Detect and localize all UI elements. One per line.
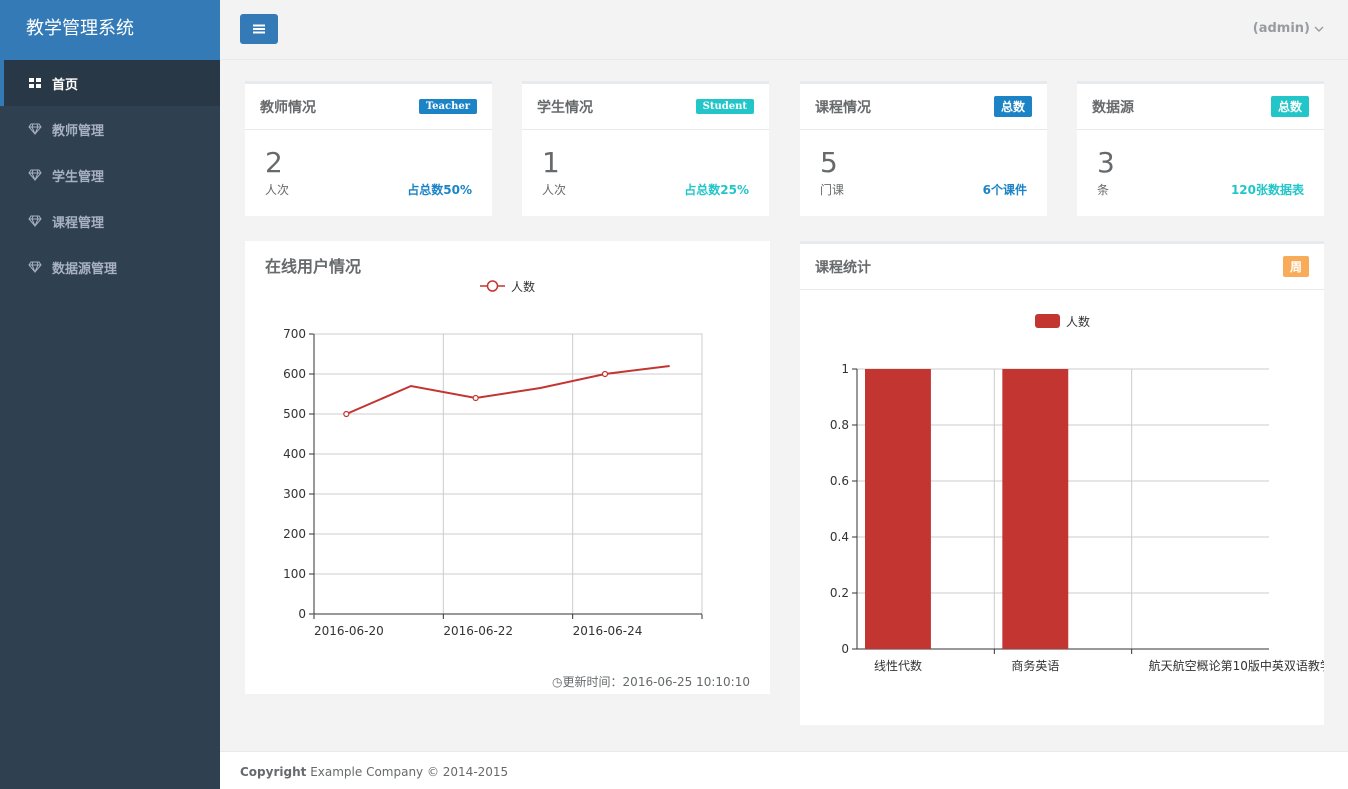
y-tick-label: 0.6 xyxy=(830,474,849,488)
data-point xyxy=(343,410,350,418)
y-tick-label: 400 xyxy=(283,447,306,461)
stat-box-teachers: 教师情况 Teacher 2 人次 占总数50% xyxy=(245,81,492,216)
diamond-icon xyxy=(28,214,42,228)
legend-marker xyxy=(486,280,499,292)
course-stats-title: 课程统计 xyxy=(815,259,871,276)
x-tick-label: 2016-06-22 xyxy=(443,624,513,638)
bar xyxy=(865,369,931,649)
stat-note: 占总数25% xyxy=(684,183,749,197)
sidebar-item-label: 课程管理 xyxy=(52,215,105,231)
y-tick-label: 700 xyxy=(283,327,306,341)
y-tick-label: 200 xyxy=(283,527,306,541)
stat-value: 1 xyxy=(542,146,560,179)
data-point xyxy=(472,394,479,402)
y-tick-label: 500 xyxy=(283,407,306,421)
data-point xyxy=(601,370,609,378)
stat-note: 120张数据表 xyxy=(1230,183,1304,197)
legend-swatch xyxy=(1035,314,1060,328)
y-tick-label: 600 xyxy=(283,367,306,381)
x-tick-label: 线性代数 xyxy=(874,658,922,673)
sidebar-item-label: 首页 xyxy=(52,77,79,93)
update-label: 更新时间： xyxy=(562,675,623,689)
x-tick-label: 2016-06-24 xyxy=(573,624,643,638)
stat-badge: 总数 xyxy=(1270,96,1309,117)
diamond-icon xyxy=(28,122,42,136)
y-tick-label: 1 xyxy=(841,362,849,376)
diamond-icon xyxy=(28,260,42,274)
sidebar-item-teachers[interactable]: 教师管理 xyxy=(0,106,220,152)
stat-value: 2 xyxy=(265,146,283,179)
stat-badge: Student xyxy=(695,99,754,114)
online-users-chart: 人数 0 100 200 300 400 500 600 700 2016-06-20 2016-0… xyxy=(283,279,703,638)
stat-unit: 人次 xyxy=(265,183,290,197)
sidebar-item-students[interactable]: 学生管理 xyxy=(0,152,220,198)
period-badge: 周 xyxy=(1282,256,1309,277)
sidebar-item-datasources[interactable]: 数据源管理 xyxy=(0,244,220,290)
clock-icon: ◷ xyxy=(552,675,563,689)
stat-value: 3 xyxy=(1097,146,1115,179)
y-tick-label: 0.2 xyxy=(830,586,849,600)
sidebar-item-label: 学生管理 xyxy=(52,169,105,185)
y-tick-label: 0.4 xyxy=(830,530,849,544)
y-tick-label: 0.8 xyxy=(830,418,849,432)
stat-box-header: 课程情况 总数 xyxy=(800,84,1047,130)
sidebar-item-label: 教师管理 xyxy=(52,123,105,139)
x-tick-label: 航天航空概论第10版中英双语教学版 xyxy=(1149,658,1324,673)
series-line xyxy=(345,365,670,415)
course-stats-header: 课程统计 周 xyxy=(800,244,1324,290)
stat-box-header: 数据源 总数 xyxy=(1077,84,1324,130)
footer-text: Example Company © 2014-2015 xyxy=(306,765,509,779)
bar xyxy=(1002,369,1069,649)
footer: Copyright Example Company © 2014-2015 xyxy=(220,751,1348,789)
top-navbar: (admin) xyxy=(220,0,1348,60)
stat-title: 教师情况 xyxy=(260,99,316,116)
legend-label: 人数 xyxy=(1066,314,1090,329)
course-stats-chart: 人数 0 0.2 0.4 0.6 0.8 1 线性代数 商务英语 航天航空概论第10版中英双语教学… xyxy=(830,314,1324,673)
stat-unit: 人次 xyxy=(542,183,567,197)
stat-badge: Teacher xyxy=(418,99,477,114)
stat-value: 5 xyxy=(820,146,838,179)
sidebar-item-home[interactable]: 首页 xyxy=(0,60,220,106)
grid-icon xyxy=(28,76,42,90)
update-time: ◷更新时间：2016-06-25 10:10:10 xyxy=(552,673,750,690)
sidebar-item-label: 数据源管理 xyxy=(52,261,118,277)
diamond-icon xyxy=(28,168,42,182)
stat-box-header: 学生情况 Student xyxy=(522,84,769,130)
chevron-down-icon xyxy=(1314,26,1324,32)
stat-unit: 门课 xyxy=(820,183,845,197)
stat-note: 6个课件 xyxy=(982,183,1027,197)
user-name: (admin) xyxy=(1252,21,1310,36)
y-tick-label: 0 xyxy=(298,607,306,621)
menu-toggle-button[interactable] xyxy=(240,14,278,44)
stat-title: 课程情况 xyxy=(815,99,871,116)
sidebar-item-courses[interactable]: 课程管理 xyxy=(0,198,220,244)
footer-copyright: Copyright xyxy=(240,765,307,779)
x-tick-label: 2016-06-20 xyxy=(314,624,384,638)
stat-box-students: 学生情况 Student 1 人次 占总数25% xyxy=(522,81,769,216)
legend-label: 人数 xyxy=(511,279,535,294)
stat-badge: 总数 xyxy=(993,96,1032,117)
update-value: 2016-06-25 10:10:10 xyxy=(622,675,750,689)
user-menu[interactable]: (admin) xyxy=(1253,21,1324,36)
stat-box-datasources: 数据源 总数 3 条 120张数据表 xyxy=(1077,81,1324,216)
online-users-panel: 在线用户情况 人数 0 100 200 300 400 500 600 700 2016-06-2… xyxy=(245,241,770,694)
stat-box-courses: 课程情况 总数 5 门课 6个课件 xyxy=(800,81,1047,216)
stat-note: 占总数50% xyxy=(407,183,472,197)
hamburger-icon xyxy=(253,24,265,34)
course-stats-panel: 课程统计 周 人数 0 0.2 0.4 0.6 0.8 1 线性代数 商务英语 航天航空概论第10… xyxy=(800,241,1324,725)
stat-title: 学生情况 xyxy=(537,99,593,116)
stat-box-header: 教师情况 Teacher xyxy=(245,84,492,130)
stat-unit: 条 xyxy=(1097,183,1110,197)
plot-frame xyxy=(313,333,703,615)
y-tick-label: 300 xyxy=(283,487,306,501)
app-title: 教学管理系统 xyxy=(0,0,220,60)
sidebar: 教学管理系统 首页 教师管理 学生管理 课程管理 数据源管理 xyxy=(0,0,220,789)
y-tick-label: 100 xyxy=(283,567,306,581)
y-tick-label: 0 xyxy=(841,642,849,656)
stat-title: 数据源 xyxy=(1092,99,1134,116)
x-tick-label: 商务英语 xyxy=(1011,658,1059,673)
